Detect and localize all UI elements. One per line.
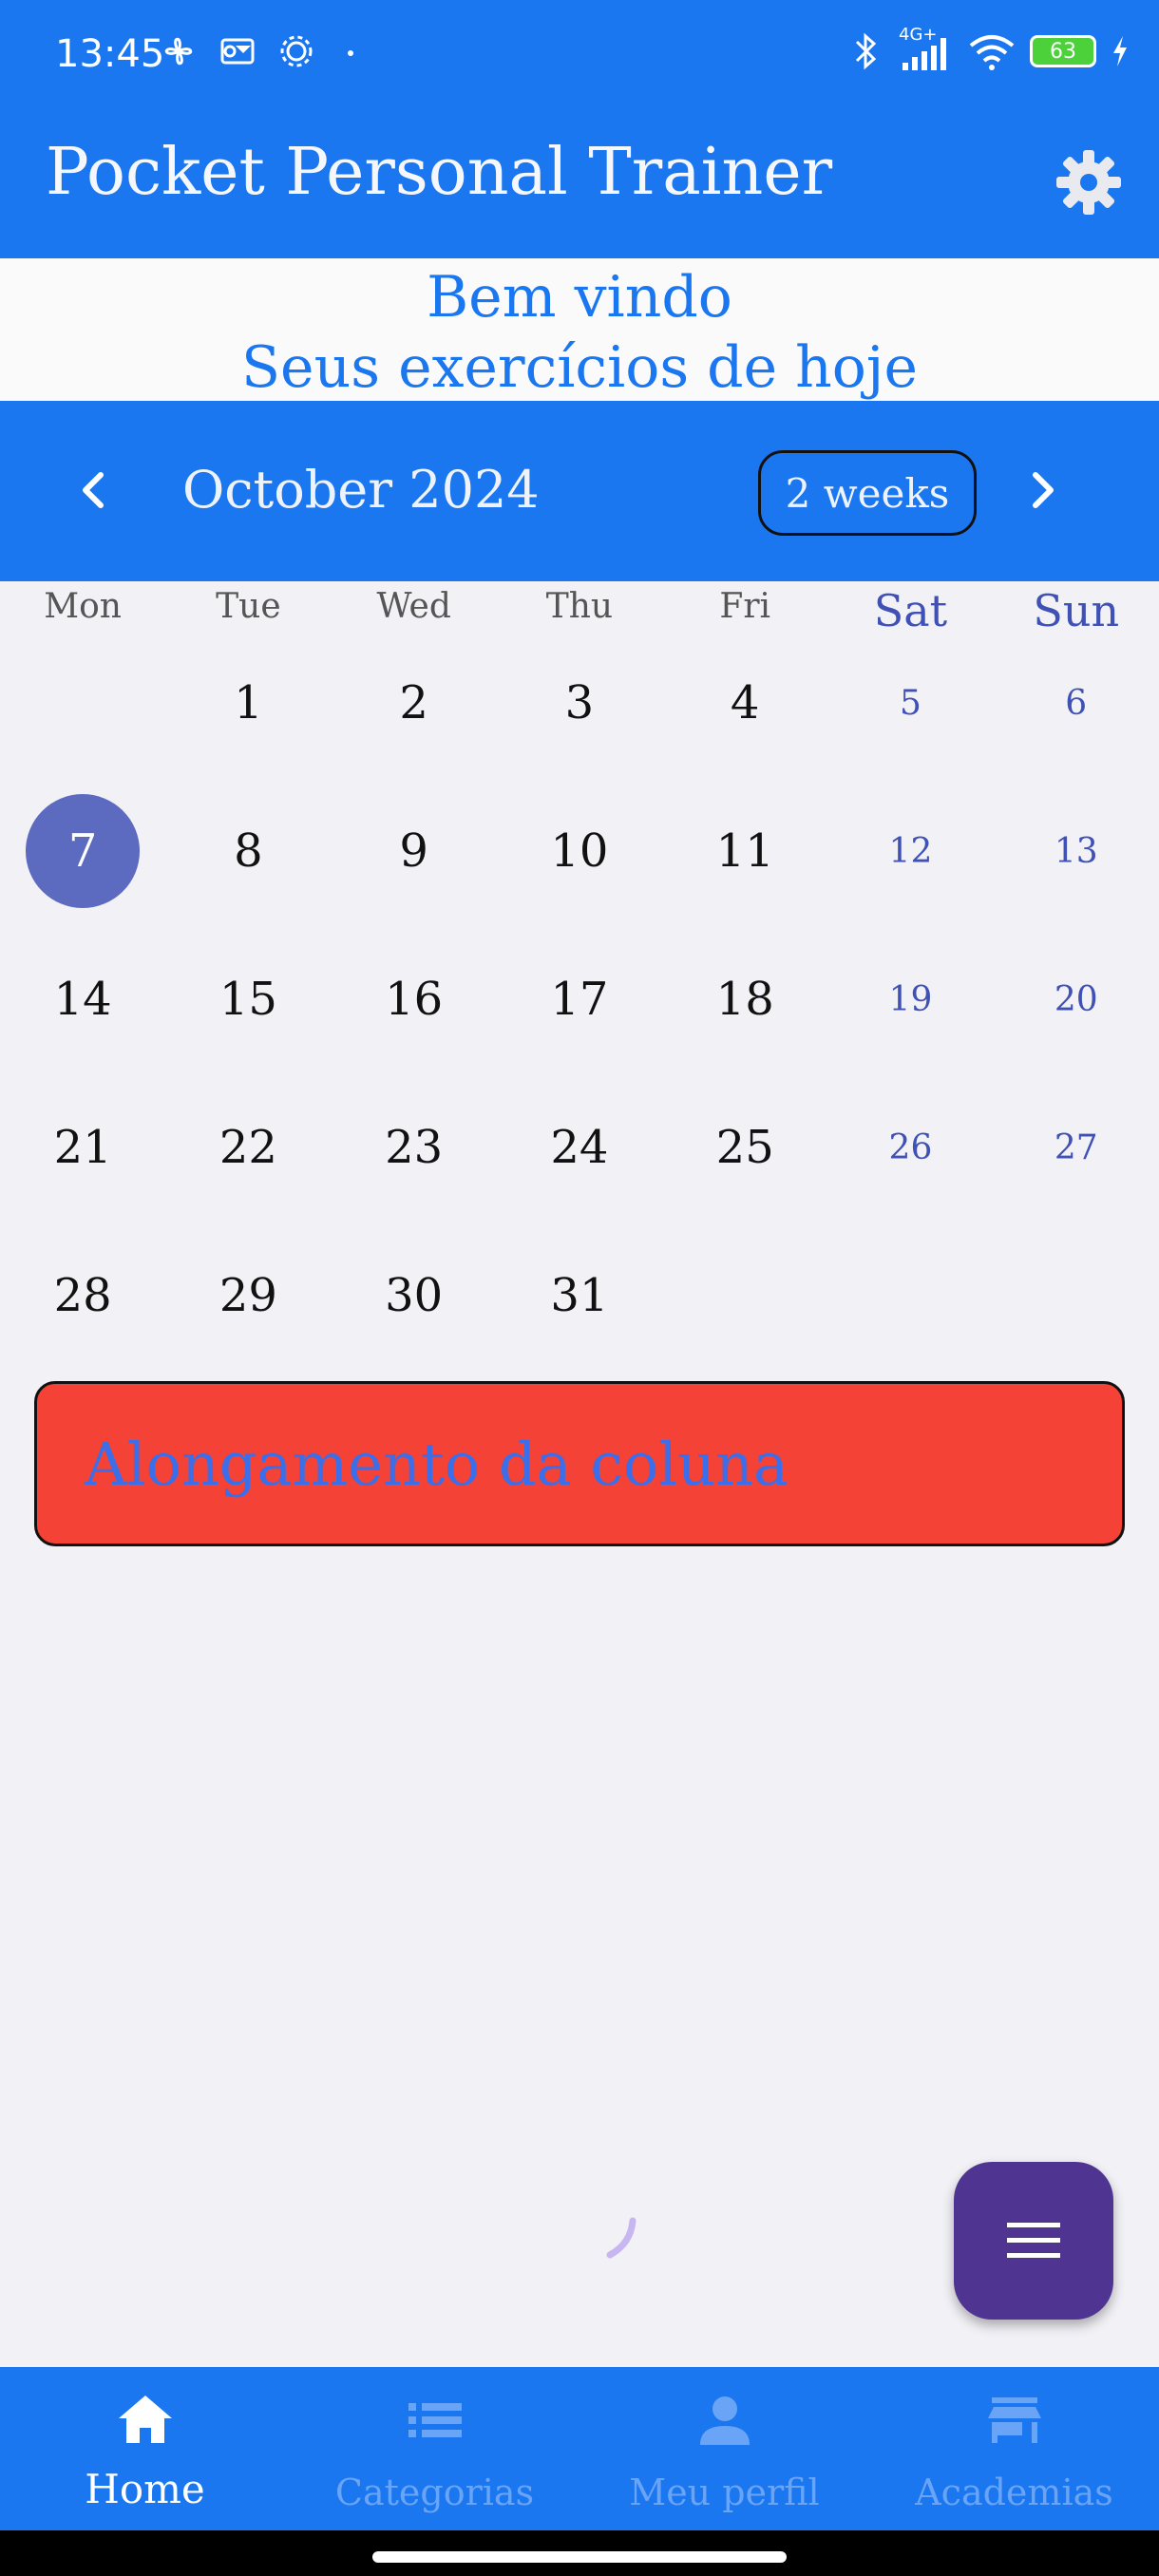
day-cell[interactable]: 15	[165, 925, 331, 1073]
day-cell[interactable]: 6	[994, 629, 1159, 777]
day-cell[interactable]: 18	[662, 925, 827, 1073]
loading-spinner	[606, 2217, 636, 2259]
gear-icon	[1056, 150, 1121, 215]
app-title: Pocket Personal Trainer	[46, 135, 833, 210]
day-cell-selected[interactable]: 7	[0, 777, 165, 925]
day-cell[interactable]: 2	[332, 629, 497, 777]
next-month-button[interactable]	[1015, 464, 1068, 517]
month-label: October 2024	[182, 460, 540, 520]
status-time: 13:45	[55, 32, 165, 76]
nav-item-meu-perfil[interactable]: Meu perfil	[580, 2367, 869, 2530]
nav-item-categorias[interactable]: Categorias	[290, 2367, 580, 2530]
settings-button[interactable]	[1053, 146, 1125, 218]
notification-icons	[160, 32, 365, 70]
day-cell[interactable]: 30	[332, 1222, 497, 1370]
menu-fab-button[interactable]	[954, 2162, 1113, 2320]
week-row: 7 8 9 10 11 12 13	[0, 777, 1159, 925]
day-cell[interactable]: 9	[332, 777, 497, 925]
welcome-title: Bem vindo	[427, 264, 732, 331]
gear-status-icon	[280, 35, 313, 67]
nav-item-home[interactable]: Home	[0, 2367, 290, 2530]
status-bar: 13:45 4G+ 63	[0, 0, 1159, 106]
day-cell[interactable]: 29	[165, 1222, 331, 1370]
menu-icon	[1007, 2223, 1060, 2258]
day-number: 7	[67, 824, 98, 878]
day-cell[interactable]: 17	[497, 925, 662, 1073]
nav-item-academias[interactable]: Academias	[869, 2367, 1159, 2530]
dot-icon	[348, 50, 353, 56]
charging-icon	[1113, 36, 1127, 66]
day-cell[interactable]: 22	[165, 1073, 331, 1222]
calendar-header: October 2024 2 weeks	[0, 401, 1159, 581]
nav-label: Academias	[915, 2472, 1113, 2513]
bluetooth-icon	[855, 32, 877, 70]
day-cell[interactable]: 10	[497, 777, 662, 925]
nav-label: Categorias	[334, 2472, 535, 2513]
battery-icon: 63	[1030, 35, 1096, 67]
day-cell[interactable]: 25	[662, 1073, 827, 1222]
day-cell[interactable]: 5	[827, 629, 993, 777]
home-gesture-bar[interactable]	[372, 2551, 787, 2563]
nav-label: Meu perfil	[629, 2472, 820, 2513]
person-icon	[699, 2396, 750, 2445]
day-cell[interactable]: 31	[497, 1222, 662, 1370]
format-toggle-button[interactable]: 2 weeks	[758, 450, 977, 536]
bottom-navigation: Home Categorias Meu perfil Academias	[0, 2367, 1159, 2530]
wifi-icon	[969, 35, 1015, 70]
chevron-left-icon	[83, 472, 104, 508]
day-cell[interactable]: 24	[497, 1073, 662, 1222]
day-cell[interactable]: 1	[165, 629, 331, 777]
day-cell[interactable]: 14	[0, 925, 165, 1073]
day-cell[interactable]: 19	[827, 925, 993, 1073]
chevron-right-icon	[1033, 472, 1054, 508]
day-cell[interactable]: 27	[994, 1073, 1159, 1222]
day-cell-empty	[662, 1222, 827, 1370]
home-icon	[118, 2396, 172, 2443]
day-cell[interactable]: 20	[994, 925, 1159, 1073]
signal-group: 4G+	[893, 25, 954, 74]
battery-level: 63	[1050, 39, 1076, 64]
nav-label: Home	[85, 2466, 205, 2512]
day-cell-empty	[0, 629, 165, 777]
calendar-grid: 1 2 3 4 5 6 7 8 9 10 11 12 13 14 15 16 1…	[0, 629, 1159, 1370]
day-cell[interactable]: 23	[332, 1073, 497, 1222]
day-cell[interactable]: 8	[165, 777, 331, 925]
day-cell[interactable]: 28	[0, 1222, 165, 1370]
day-cell[interactable]: 13	[994, 777, 1159, 925]
system-icons: 4G+ 63	[851, 25, 1130, 74]
day-cell-empty	[827, 1222, 993, 1370]
app-bar: Pocket Personal Trainer	[0, 106, 1159, 258]
week-row: 21 22 23 24 25 26 27	[0, 1073, 1159, 1222]
day-cell-empty	[994, 1222, 1159, 1370]
day-cell[interactable]: 26	[827, 1073, 993, 1222]
event-title: Alongamento da coluna	[85, 1430, 788, 1499]
previous-month-button[interactable]	[68, 464, 122, 517]
day-cell[interactable]: 16	[332, 925, 497, 1073]
day-cell[interactable]: 3	[497, 629, 662, 777]
pinwheel-icon	[164, 37, 193, 66]
day-cell[interactable]: 21	[0, 1073, 165, 1222]
welcome-banner: Bem vindo Seus exercícios de hoje	[0, 258, 1159, 401]
signal-icon	[902, 38, 946, 70]
outlook-icon	[220, 38, 255, 65]
week-row: 14 15 16 17 18 19 20	[0, 925, 1159, 1073]
welcome-subtitle: Seus exercícios de hoje	[240, 334, 919, 401]
week-row: 28 29 30 31	[0, 1222, 1159, 1370]
event-card[interactable]: Alongamento da coluna	[34, 1381, 1125, 1546]
week-row: 1 2 3 4 5 6	[0, 629, 1159, 777]
store-icon	[987, 2397, 1041, 2443]
list-icon	[408, 2403, 462, 2437]
day-cell[interactable]: 12	[827, 777, 993, 925]
day-cell[interactable]: 4	[662, 629, 827, 777]
day-cell[interactable]: 11	[662, 777, 827, 925]
